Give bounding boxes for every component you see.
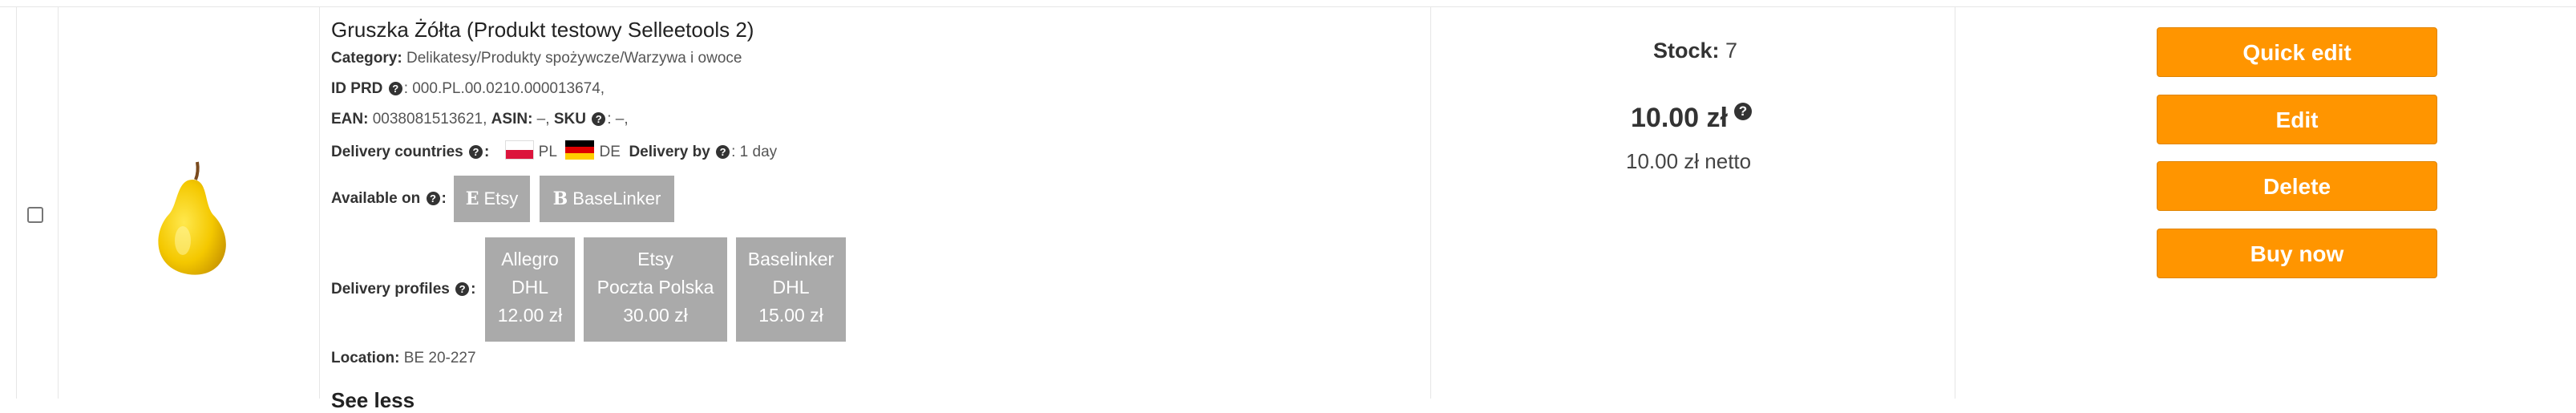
row-select-checkbox[interactable] — [27, 207, 43, 223]
table-cell-details — [1430, 6, 1955, 399]
marketplace-name: BaseLinker — [572, 188, 661, 209]
id-line: ID PRD ?: 000.PL.00.0210.000013674, — [331, 80, 605, 98]
delivery-profile-baselinker[interactable]: Baselinker DHL 15.00 zł — [736, 237, 846, 342]
sku-value: : –, — [607, 111, 629, 128]
profile-platform: Etsy — [637, 249, 673, 269]
profile-carrier: DHL — [772, 277, 810, 298]
country-pl: PL — [538, 144, 557, 160]
help-icon[interactable]: ? — [716, 145, 730, 159]
marketplace-tag-etsy[interactable]: E Etsy — [454, 176, 530, 222]
asin-label: ASIN: — [491, 111, 533, 128]
ean-label: EAN: — [331, 111, 369, 128]
flag-pl-icon — [504, 140, 534, 160]
category-label: Category: — [331, 50, 402, 67]
quick-edit-button[interactable]: Quick edit — [2157, 27, 2437, 77]
marketplace-tag-baselinker[interactable]: B BaseLinker — [540, 176, 674, 222]
help-icon[interactable]: ? — [592, 112, 606, 126]
table-cell-empty — [16, 6, 59, 399]
help-icon[interactable]: ? — [469, 145, 483, 159]
marketplace-name: Etsy — [483, 188, 519, 209]
product-image-pear[interactable] — [119, 157, 258, 281]
delivery-countries-label: Delivery countries — [331, 144, 463, 160]
edit-button[interactable]: Edit — [2157, 95, 2437, 144]
codes-line: EAN: 0038081513621, ASIN: –, SKU ?: –, — [331, 111, 629, 128]
profile-price: 12.00 zł — [497, 305, 563, 326]
delivery-profile-allegro[interactable]: Allegro DHL 12.00 zł — [485, 237, 575, 342]
delivery-profile-etsy[interactable]: Etsy Poczta Polska 30.00 zł — [584, 237, 727, 342]
etsy-icon: E — [465, 188, 479, 209]
delivery-profiles-label: Delivery profiles — [331, 281, 450, 298]
id-label: ID PRD — [331, 80, 383, 97]
location-label: Location: — [331, 350, 400, 366]
help-icon[interactable]: ? — [388, 82, 402, 95]
delivery-profiles-line: Delivery profiles ?: — [331, 281, 476, 298]
profile-carrier: DHL — [511, 277, 548, 298]
location-value: BE 20-227 — [399, 350, 476, 366]
price-gross-value: 10.00 zł — [1631, 103, 1728, 133]
buy-now-button[interactable]: Buy now — [2157, 229, 2437, 278]
profile-platform: Allegro — [501, 249, 559, 269]
sku-label: SKU — [553, 111, 586, 128]
location-line: Location: BE 20-227 — [331, 350, 476, 367]
profile-carrier: Poczta Polska — [596, 277, 714, 298]
price-netto: 10.00 zł netto — [1626, 149, 1752, 173]
available-on-label: Available on — [331, 190, 421, 207]
help-icon[interactable]: ? — [426, 192, 440, 205]
stock-info: Stock: 7 — [1653, 38, 1737, 63]
product-title[interactable]: Gruszka Żółta (Produkt testowy Selleetoo… — [331, 18, 754, 43]
delivery-by-value: : 1 day — [731, 144, 778, 160]
baselinker-icon: B — [552, 188, 568, 209]
help-icon[interactable]: ? — [455, 282, 470, 296]
profile-price: 15.00 zł — [758, 305, 823, 326]
delete-button[interactable]: Delete — [2157, 161, 2437, 211]
category-value: Delikatesy/Produkty spożywcze/Warzywa i … — [406, 50, 742, 67]
delivery-by-label: Delivery by — [629, 144, 710, 160]
country-de: DE — [599, 144, 621, 160]
id-value: : 000.PL.00.0210.000013674, — [403, 80, 605, 97]
available-on-line: Available on ?: — [331, 190, 447, 207]
profile-price: 30.00 zł — [623, 305, 688, 326]
flag-de-icon — [565, 140, 595, 160]
profile-platform: Baselinker — [747, 249, 835, 269]
help-icon[interactable]: ? — [1733, 103, 1752, 120]
see-less-link[interactable]: See less — [331, 388, 415, 413]
asin-value: –, — [532, 111, 554, 128]
stock-label: Stock: — [1653, 38, 1720, 63]
delivery-line: Delivery countries ?: PL DE Delivery by … — [331, 140, 777, 161]
ean-value: 0038081513621, — [368, 111, 491, 128]
category-line: Category: Delikatesy/Produkty spożywcze/… — [331, 50, 742, 67]
price-gross: 10.00 zł? — [1631, 103, 1753, 134]
stock-value: 7 — [1719, 38, 1738, 63]
